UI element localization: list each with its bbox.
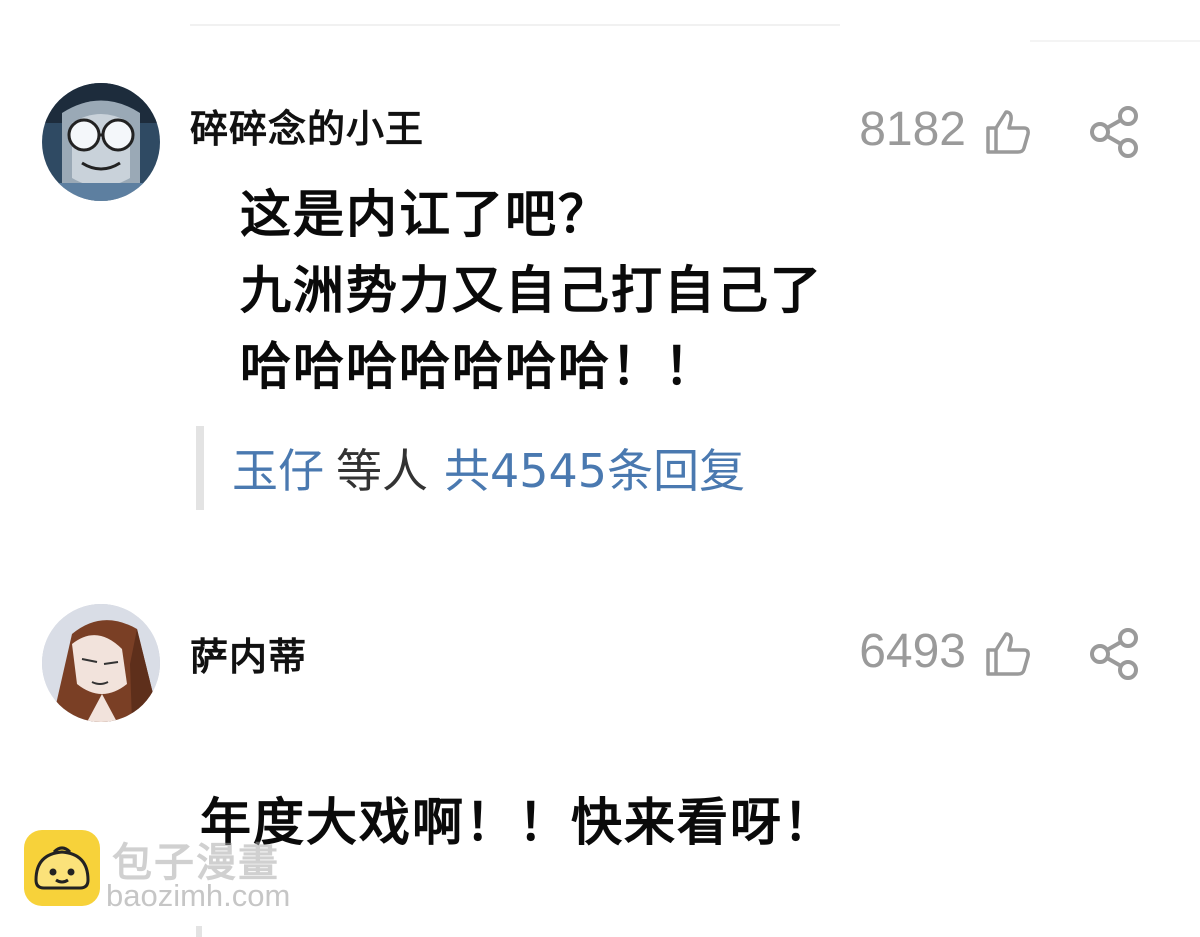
avatar-long-hair-character-icon bbox=[42, 604, 160, 722]
comment-1-line-1: 这是内讧了吧？ bbox=[240, 186, 612, 245]
thumbs-up-icon[interactable] bbox=[984, 108, 1032, 160]
avatar-comment-2[interactable] bbox=[42, 604, 160, 722]
reply-user-link[interactable]: 玉仔 bbox=[232, 435, 324, 501]
bun-logo-icon bbox=[24, 830, 100, 906]
share-icon[interactable] bbox=[1088, 628, 1140, 684]
top-divider-right bbox=[1030, 40, 1200, 42]
watermark: 包子漫畫 baozimh.com bbox=[24, 830, 324, 920]
reply-middle-text: 等人 bbox=[336, 444, 428, 498]
comment-2-username[interactable]: 萨内蒂 bbox=[190, 626, 307, 681]
comment-1-line-2: 九洲势力又自己打自己了 bbox=[240, 262, 824, 321]
top-divider bbox=[190, 24, 840, 26]
watermark-url: baozimh.com bbox=[106, 878, 291, 913]
reply-count-link[interactable]: 共4545条回复 bbox=[444, 435, 745, 501]
share-icon[interactable] bbox=[1088, 106, 1140, 162]
replies-preview[interactable]: 玉仔 等人 共4545条回复 bbox=[196, 426, 745, 510]
comment-1-username[interactable]: 碎碎念的小王 bbox=[190, 98, 424, 153]
reply-bar-stub bbox=[196, 926, 202, 937]
comment-2-like-count: 6493 bbox=[859, 625, 966, 678]
thumbs-up-icon[interactable] bbox=[984, 630, 1032, 682]
avatar-glasses-character-icon bbox=[42, 83, 160, 201]
comment-1-line-3: 哈哈哈哈哈哈哈！！ bbox=[240, 338, 718, 397]
avatar-comment-1[interactable] bbox=[42, 83, 160, 201]
comment-1-like-count: 8182 bbox=[859, 103, 966, 156]
comment-1-body: 这是内讧了吧？ 九洲势力又自己打自己了 哈哈哈哈哈哈哈！！ bbox=[240, 178, 823, 406]
